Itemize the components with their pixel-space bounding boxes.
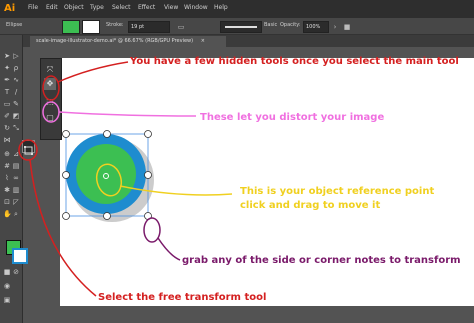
handle-top-right[interactable] <box>144 130 152 138</box>
canvas-overlay: You have a few hidden tools once you sel… <box>18 56 461 303</box>
handle-top-left[interactable] <box>62 130 70 138</box>
annotation-distort: These let you distort your image <box>200 112 384 123</box>
annotation-reference-line2: click and drag to move it <box>240 200 380 211</box>
annotation-reference-line1: This is your object reference point <box>240 186 434 197</box>
annotation-hidden-tools: You have a few hidden tools once you sel… <box>129 56 459 67</box>
red-circle-flyout <box>42 75 60 101</box>
pink-circle-distort-tools <box>42 101 60 123</box>
handle-bottom-center[interactable] <box>103 212 111 220</box>
handle-middle-right[interactable] <box>144 171 152 179</box>
handle-bottom-left[interactable] <box>62 212 70 220</box>
annotation-grab-nodes: grab any of the side or corner notes to … <box>182 255 461 266</box>
red-arrow-hidden-tools <box>57 61 129 83</box>
annotation-free-transform: Select the free transform tool <box>98 292 266 303</box>
handle-middle-left[interactable] <box>62 171 70 179</box>
pink-arrow-distort <box>58 111 197 117</box>
red-circle-free-transform <box>18 139 38 161</box>
purple-arrow-nodes <box>157 237 181 261</box>
handle-top-center[interactable] <box>103 130 111 138</box>
